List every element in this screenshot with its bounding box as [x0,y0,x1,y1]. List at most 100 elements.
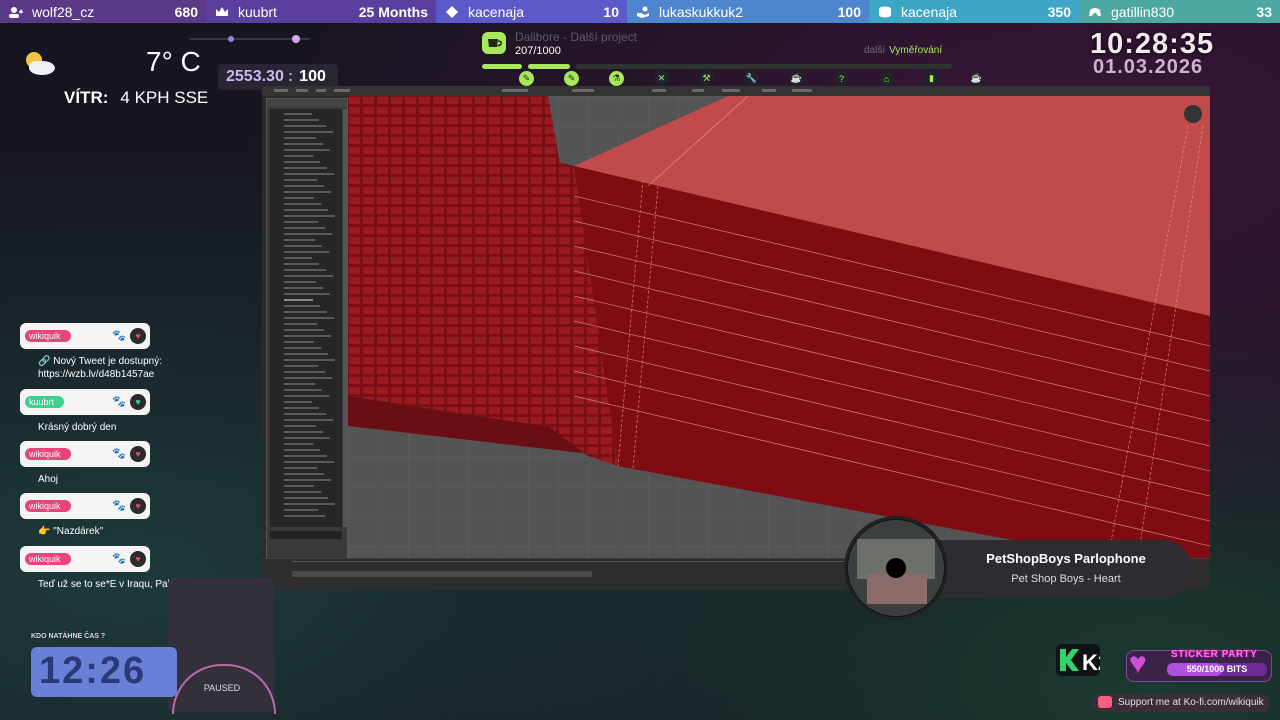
outliner-row[interactable] [284,311,327,313]
app-menubar[interactable] [262,86,1210,96]
outliner-row[interactable] [284,137,316,139]
outliner-row[interactable] [284,167,327,169]
outliner-row[interactable] [284,323,317,325]
outliner-row[interactable] [284,347,321,349]
home-icon: ⌂ [879,71,894,86]
outliner-row[interactable] [284,491,321,493]
goal-next-value: Vyměřování [889,45,943,56]
outliner-row[interactable] [284,245,322,247]
outliner-row[interactable] [284,443,313,445]
diamond-icon [444,4,460,20]
outliner-row[interactable] [284,377,332,379]
heart-badge-icon: ♥ [130,551,146,567]
outliner-row[interactable] [284,143,323,145]
outliner-row[interactable] [284,329,324,331]
outliner-row[interactable] [284,227,325,229]
outliner-row[interactable] [284,281,316,283]
hammer-icon: ⚒ [699,71,714,86]
outliner-row[interactable] [284,131,333,133]
bookmark-icon: ▮ [924,71,939,86]
3d-viewport[interactable] [348,96,1210,558]
outliner-row[interactable] [284,419,333,421]
goal-progress-track [482,64,952,69]
scene-outliner-panel[interactable] [266,98,348,560]
outliner-row[interactable] [284,485,314,487]
outliner-row[interactable] [284,149,330,151]
outliner-row[interactable] [284,413,326,415]
outliner-row[interactable] [284,173,334,175]
outliner-row[interactable] [284,341,314,343]
goal-progress-segment [576,64,952,69]
outliner-row[interactable] [284,191,331,193]
svg-text:K2: K2 [1082,650,1100,675]
outliner-row[interactable] [284,215,335,217]
goal-count: 207/1000 [515,45,561,57]
ticker-name: kacenaja [901,3,958,20]
outliner-row[interactable] [284,287,323,289]
outliner-row[interactable] [284,203,321,205]
ticker-game: gatillin830 33 [1079,0,1280,23]
ticker-coins: kacenaja 350 [869,0,1079,23]
outliner-row[interactable] [284,155,313,157]
gamepad-icon [1087,4,1103,20]
outliner-scrollbar[interactable] [343,109,347,527]
outliner-row[interactable] [284,509,318,511]
outliner-row[interactable] [284,221,318,223]
outliner-row[interactable] [284,449,320,451]
outliner-row[interactable] [284,293,330,295]
outliner-row[interactable] [284,383,315,385]
outliner-row[interactable] [284,479,331,481]
outliner-row[interactable] [284,461,334,463]
outliner-row[interactable] [284,437,330,439]
outliner-row[interactable] [284,257,312,259]
paw-icon: 🐾 [112,448,126,460]
kdo-time: 12:26 [39,650,147,692]
viewport-scene [348,96,1210,558]
goal-progress-segment [528,64,570,69]
outliner-row[interactable] [284,269,326,271]
outliner-row[interactable] [284,251,329,253]
outliner-row[interactable] [284,185,324,187]
outliner-row[interactable] [284,239,315,241]
outliner-row[interactable] [284,371,325,373]
outliner-row[interactable] [284,299,313,301]
outliner-row[interactable] [284,497,328,499]
outliner-row[interactable] [284,365,318,367]
outliner-row[interactable] [284,401,312,403]
outliner-row[interactable] [284,455,327,457]
outliner-header [267,99,347,107]
outliner-row[interactable] [284,431,323,433]
outliner-row[interactable] [284,389,322,391]
outliner-row[interactable] [284,317,334,319]
outliner-list[interactable] [270,109,342,527]
outliner-row[interactable] [284,233,332,235]
outliner-row[interactable] [284,467,317,469]
outliner-search[interactable] [270,531,342,539]
outliner-row[interactable] [284,119,319,121]
outliner-row[interactable] [284,197,314,199]
outliner-row[interactable] [284,407,319,409]
outliner-row[interactable] [284,515,325,517]
outliner-row[interactable] [284,353,328,355]
outliner-row[interactable] [284,209,328,211]
outliner-row[interactable] [284,425,316,427]
outliner-row[interactable] [284,113,312,115]
viewport-gizmo[interactable] [1184,105,1202,123]
chat-text: Ahoj [38,474,59,485]
cup-icon: ☕ [969,71,984,86]
outliner-row[interactable] [284,335,331,337]
outliner-row[interactable] [284,161,320,163]
kofi-banner[interactable]: Support me at Ko-fi.com/wikiquik [1092,694,1270,712]
3d-app-window[interactable] [262,86,1210,590]
outliner-row[interactable] [284,473,324,475]
outliner-row[interactable] [284,359,335,361]
cup-icon [482,32,506,54]
outliner-row[interactable] [284,263,319,265]
outliner-row[interactable] [284,275,333,277]
outliner-row[interactable] [284,125,326,127]
outliner-row[interactable] [284,395,329,397]
outliner-row[interactable] [284,179,317,181]
outliner-row[interactable] [284,305,320,307]
ticker-name: gatillin830 [1111,3,1175,20]
outliner-row[interactable] [284,503,335,505]
